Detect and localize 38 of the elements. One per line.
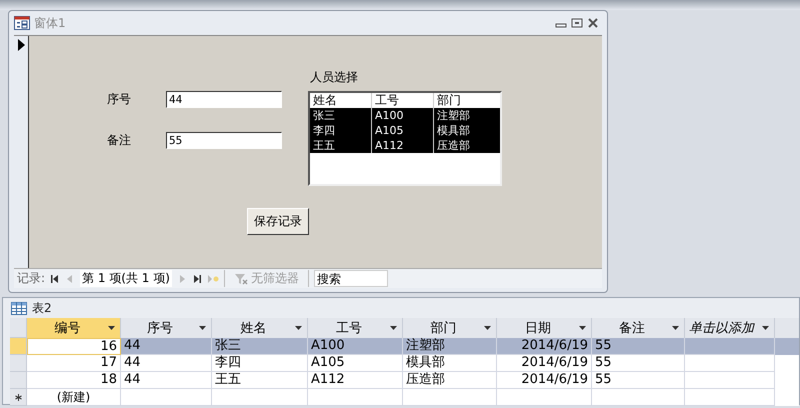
table-title: 表2: [32, 300, 52, 316]
column-header[interactable]: 编号: [27, 318, 121, 338]
listbox-item[interactable]: 王五 A112 压造部: [310, 138, 500, 153]
filter-icon: [234, 272, 248, 284]
table-cell: 16: [27, 338, 121, 355]
field-label: 备注: [107, 132, 132, 149]
restore-icon[interactable]: [571, 18, 583, 28]
dropdown-arrow-icon[interactable]: [390, 326, 397, 330]
text-field[interactable]: 55: [166, 132, 282, 149]
dropdown-arrow-icon[interactable]: [199, 326, 206, 330]
listbox-item[interactable]: 张三 A100 注塑部: [310, 108, 500, 123]
window-title: 窗体1: [34, 14, 66, 32]
listbox-column-header: 部门: [436, 93, 462, 108]
first-record-icon[interactable]: [50, 274, 60, 284]
dropdown-arrow-icon[interactable]: [484, 326, 491, 330]
dropdown-arrow-icon[interactable]: [579, 326, 586, 330]
listbox-label: 人员选择: [310, 69, 359, 86]
listbox[interactable]: 姓名 工号 部门 张三 A100 注塑部 李四 A105 模具部 王五 A112 压造部: [308, 91, 502, 186]
row-selector[interactable]: [10, 389, 27, 406]
select-all-cell[interactable]: [10, 318, 27, 338]
dropdown-arrow-icon[interactable]: [295, 326, 302, 330]
dropdown-arrow-icon[interactable]: [762, 326, 769, 330]
record-position-field[interactable]: 第 1 项(共 1 项): [80, 270, 172, 287]
last-record-icon[interactable]: [192, 274, 202, 284]
dropdown-arrow-icon[interactable]: [108, 326, 115, 330]
close-icon[interactable]: [587, 18, 599, 28]
text-field[interactable]: 44: [166, 91, 282, 108]
current-record-icon: [17, 39, 25, 51]
form-icon: [14, 16, 30, 30]
new-row-icon: [14, 394, 22, 400]
save-record-button[interactable]: 保存记录: [247, 208, 309, 235]
record-label: 记录:: [17, 270, 46, 287]
table-icon: [11, 302, 27, 314]
dropdown-arrow-icon[interactable]: [672, 326, 679, 330]
field-label: 序号: [107, 91, 132, 108]
listbox-item[interactable]: 李四 A105 模具部: [310, 123, 500, 138]
new-record-cell[interactable]: (新建): [27, 389, 121, 406]
search-field[interactable]: 搜索: [314, 270, 388, 287]
